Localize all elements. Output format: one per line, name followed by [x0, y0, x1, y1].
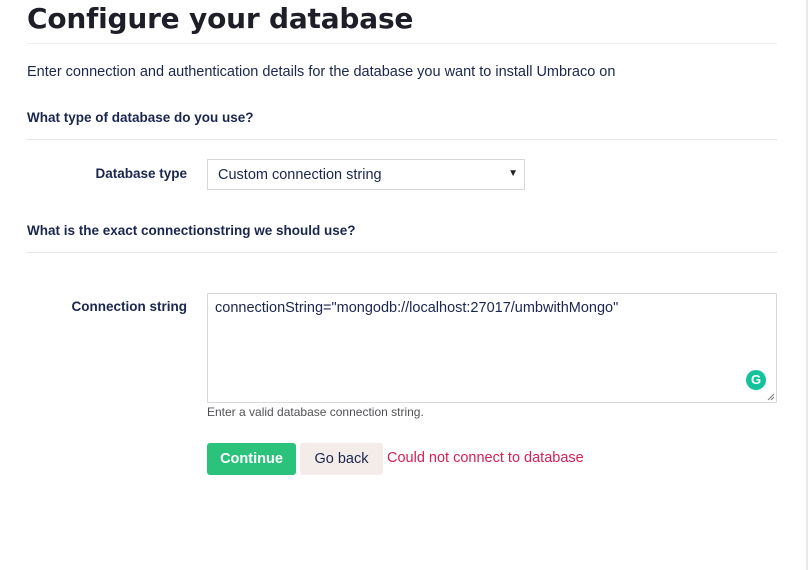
- section-divider: [27, 139, 777, 140]
- grammarly-icon[interactable]: G: [746, 370, 766, 390]
- caret-down-icon: ▼: [508, 168, 518, 179]
- connection-string-label: Connection string: [71, 299, 188, 314]
- connection-string-help: Enter a valid database connection string…: [207, 405, 424, 419]
- database-type-select[interactable]: Custom connection string ▼: [207, 159, 525, 190]
- connection-string-value: connectionString="mongodb://localhost:27…: [215, 300, 619, 316]
- intro-text: Enter connection and authentication deta…: [27, 64, 616, 80]
- section-divider: [27, 252, 777, 253]
- database-type-label: Database type: [95, 166, 187, 181]
- resize-handle-icon[interactable]: [767, 393, 775, 401]
- error-message: Could not connect to database: [387, 450, 584, 466]
- page-title: Configure your database: [27, 2, 414, 35]
- connection-string-textarea[interactable]: connectionString="mongodb://localhost:27…: [207, 293, 777, 403]
- go-back-button[interactable]: Go back: [300, 443, 383, 475]
- section-heading-connection-string: What is the exact connectionstring we sh…: [27, 223, 356, 238]
- continue-button[interactable]: Continue: [207, 443, 296, 475]
- title-divider: [27, 43, 777, 44]
- section-heading-database-type: What type of database do you use?: [27, 110, 254, 125]
- database-type-value: Custom connection string: [218, 167, 382, 183]
